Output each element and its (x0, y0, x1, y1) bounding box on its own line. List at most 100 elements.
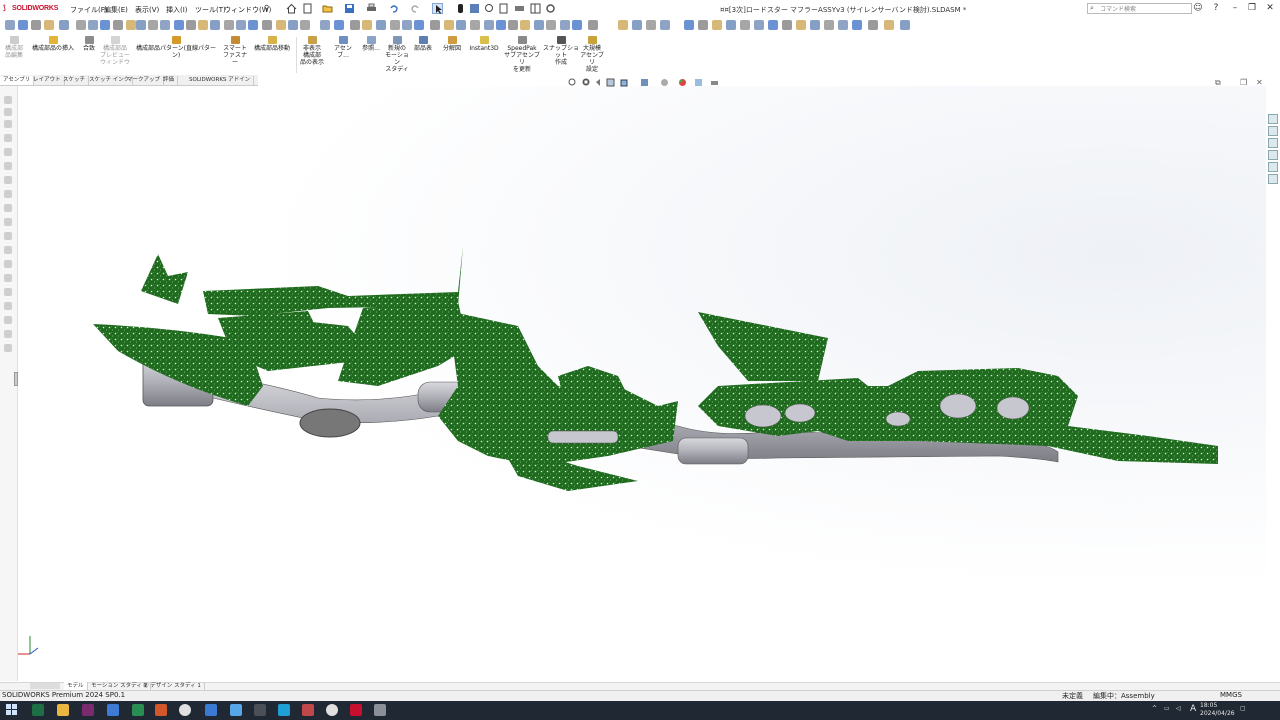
pin-icon[interactable]: ⚲ (264, 4, 269, 12)
zoom-to-fit-icon[interactable] (568, 78, 577, 87)
toolbar-command-icon[interactable] (160, 20, 170, 30)
toolbar-command-icon[interactable] (18, 20, 28, 30)
toolbar-command-icon[interactable] (210, 20, 220, 30)
toolbar-command-icon[interactable] (838, 20, 848, 30)
strip-tool-icon[interactable] (4, 134, 12, 142)
strip-tool-icon[interactable] (4, 344, 12, 352)
toolbar-command-icon[interactable] (320, 20, 330, 30)
toolbar-command-icon[interactable] (852, 20, 862, 30)
strip-tool-icon[interactable] (4, 246, 12, 254)
rebuild-icon[interactable] (455, 3, 466, 14)
edit-appearance-icon[interactable] (678, 78, 687, 87)
toolbar-command-icon[interactable] (572, 20, 582, 30)
edit-component-button[interactable]: 構成部 品編集 (2, 36, 26, 59)
instant3d-button[interactable]: Instant3D (467, 36, 501, 52)
toolbar-command-icon[interactable] (508, 20, 518, 30)
toolbar-command-icon[interactable] (44, 20, 54, 30)
save-icon[interactable] (344, 3, 355, 14)
toolbar-command-icon[interactable] (76, 20, 86, 30)
show-hidden-components-button[interactable]: 非表示 構成部 品の表示 (298, 36, 326, 66)
toolbar-command-icon[interactable] (248, 20, 258, 30)
strip-tool-icon[interactable] (4, 316, 12, 324)
exploded-view-button[interactable]: 分解図 (440, 36, 464, 52)
strip-tool-icon[interactable] (4, 190, 12, 198)
mail-icon[interactable] (107, 704, 119, 716)
strip-tool-icon[interactable] (4, 148, 12, 156)
new-document-icon[interactable] (302, 3, 313, 14)
strip-tool-icon[interactable] (4, 204, 12, 212)
redo-icon[interactable] (410, 3, 421, 14)
edge-icon[interactable] (230, 704, 242, 716)
linear-component-pattern-button[interactable]: 構成部品パターン(直線パターン) (132, 36, 220, 59)
toolbar-command-icon[interactable] (768, 20, 778, 30)
app-icon[interactable] (278, 704, 290, 716)
office-icon[interactable] (155, 704, 167, 716)
toolbar-command-icon[interactable] (712, 20, 722, 30)
speedpak-update-button[interactable]: SpeedPak サブアセンブリ を更新 (503, 36, 541, 73)
toolbar-command-icon[interactable] (224, 20, 234, 30)
strip-tool-icon[interactable] (4, 162, 12, 170)
take-snapshot-button[interactable]: スナップショット 作成 (543, 36, 579, 66)
toolbar-command-icon[interactable] (136, 20, 146, 30)
toolbar-command-icon[interactable] (496, 20, 506, 30)
strip-tool-icon[interactable] (4, 274, 12, 282)
move-component-button[interactable]: 構成部品移動 (249, 36, 295, 52)
toolbar-command-icon[interactable] (444, 20, 454, 30)
toolbar-command-icon[interactable] (198, 20, 208, 30)
toolbar-command-icon[interactable] (754, 20, 764, 30)
toolbar-command-icon[interactable] (618, 20, 628, 30)
smart-fasteners-button[interactable]: スマート ファスナー (222, 36, 248, 66)
toolbar-command-icon[interactable] (148, 20, 158, 30)
select-pointer-icon[interactable] (432, 3, 443, 14)
insert-components-button[interactable]: 構成部品の挿入 (28, 36, 78, 52)
appearances-icon[interactable] (1268, 162, 1278, 172)
strip-tool-icon[interactable] (4, 96, 12, 104)
menu-file[interactable]: ファイル(F) (70, 5, 108, 15)
mate-button[interactable]: 合致 (80, 36, 98, 52)
toolbar-command-icon[interactable] (334, 20, 344, 30)
toolbar-command-icon[interactable] (646, 20, 656, 30)
windows-start-icon[interactable] (6, 704, 18, 716)
view-orientation-icon[interactable] (620, 78, 629, 87)
clock-date[interactable]: 2024/04/26 (1200, 710, 1235, 717)
strip-tool-icon[interactable] (4, 302, 12, 310)
menu-tools[interactable]: ツール(T) (195, 5, 226, 15)
options-gear-icon[interactable] (545, 3, 556, 14)
layout-icon[interactable] (530, 3, 541, 14)
tab-sketch[interactable]: スケッチ (60, 76, 90, 85)
assembly-model[interactable] (18, 86, 1266, 682)
panel-collapse-handle[interactable] (14, 372, 18, 386)
toolbar-command-icon[interactable] (470, 20, 480, 30)
toolbar-command-icon[interactable] (31, 20, 41, 30)
viewport-tile-icon[interactable]: ⧉ (1215, 78, 1221, 88)
file-explorer-icon[interactable] (1268, 138, 1278, 148)
units-indicator[interactable]: MMGS (1220, 691, 1242, 699)
input-language-indicator[interactable]: A (1190, 704, 1196, 714)
toolbar-command-icon[interactable] (262, 20, 272, 30)
previous-view-icon[interactable] (594, 78, 603, 87)
toolbar-command-icon[interactable] (484, 20, 494, 30)
view-palette-icon[interactable] (1268, 150, 1278, 160)
restore-button[interactable]: ❐ (1245, 3, 1259, 13)
close-button[interactable]: ✕ (1263, 3, 1277, 13)
toolbar-command-icon[interactable] (726, 20, 736, 30)
chrome-icon[interactable] (179, 704, 191, 716)
volume-icon[interactable]: ◁ (1176, 705, 1181, 712)
toolbar-command-icon[interactable] (174, 20, 184, 30)
word-icon[interactable] (205, 704, 217, 716)
strip-tool-icon[interactable] (4, 108, 12, 116)
network-icon[interactable]: ▭ (1164, 705, 1170, 712)
help-icon[interactable]: ? (1209, 3, 1223, 13)
toolbar-command-icon[interactable] (560, 20, 570, 30)
toolbar-command-icon[interactable] (126, 20, 136, 30)
printer-setup-icon[interactable] (514, 3, 525, 14)
toolbar-command-icon[interactable] (546, 20, 556, 30)
toolbar-command-icon[interactable] (236, 20, 246, 30)
solidworks-resources-icon[interactable] (1268, 114, 1278, 124)
hide-show-items-icon[interactable] (660, 78, 669, 87)
toolbar-command-icon[interactable] (740, 20, 750, 30)
menu-insert[interactable]: 挿入(I) (166, 5, 188, 15)
app-icon[interactable] (132, 704, 144, 716)
chrome-icon[interactable] (326, 704, 338, 716)
toolbar-command-icon[interactable] (824, 20, 834, 30)
